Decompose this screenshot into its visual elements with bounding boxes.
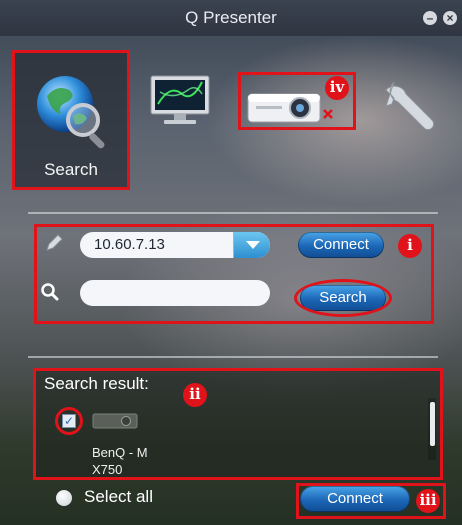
title-bar[interactable]: Q Presenter – × bbox=[0, 0, 462, 36]
search-tool-highlight bbox=[12, 50, 130, 190]
divider-bottom bbox=[28, 356, 438, 358]
marker-ii: ii bbox=[183, 383, 207, 407]
divider-top bbox=[28, 212, 438, 214]
display-tool-button[interactable] bbox=[148, 72, 212, 128]
checkbox-highlight bbox=[55, 407, 83, 435]
select-all-radio[interactable] bbox=[56, 490, 72, 506]
search-button-highlight bbox=[294, 279, 392, 317]
monitor-icon bbox=[150, 75, 210, 124]
settings-tool-button[interactable] bbox=[380, 76, 440, 136]
marker-iv: iv bbox=[325, 76, 349, 100]
select-all-label[interactable]: Select all bbox=[84, 487, 153, 507]
window-title: Q Presenter bbox=[185, 8, 277, 27]
q-presenter-window: Q Presenter – × Search iv 10.60.7.13 Con… bbox=[0, 0, 462, 525]
minimize-button[interactable]: – bbox=[423, 11, 437, 25]
wrench-icon bbox=[385, 81, 435, 131]
results-highlight bbox=[33, 368, 443, 480]
marker-i: i bbox=[398, 234, 422, 258]
marker-iii: iii bbox=[416, 489, 440, 513]
close-button[interactable]: × bbox=[443, 11, 457, 25]
